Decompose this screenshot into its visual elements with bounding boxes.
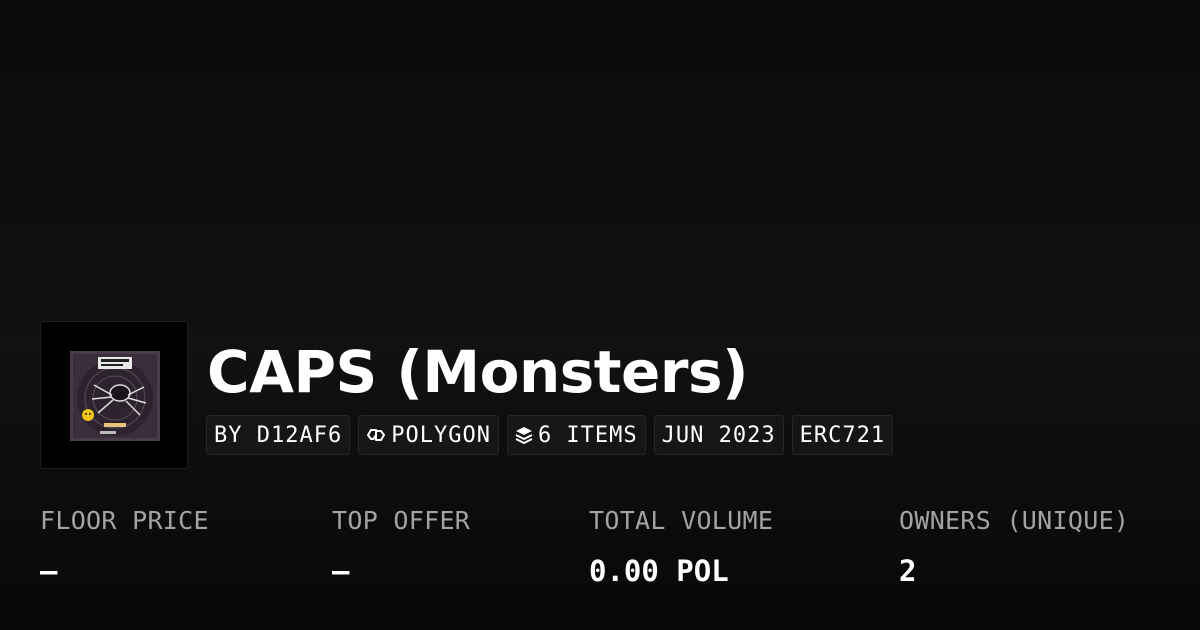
stat-value: 0.00 POL xyxy=(589,554,729,588)
creator-label: BY D12AF6 xyxy=(214,422,343,448)
created-date-label: JUN 2023 xyxy=(661,422,776,448)
stat-label: TOTAL VOLUME xyxy=(589,506,774,535)
stat-value: 2 xyxy=(899,554,917,588)
stat-owners: OWNERS (UNIQUE) 2 xyxy=(899,503,1129,590)
stat-total-volume: TOTAL VOLUME 0.00 POL xyxy=(589,503,773,590)
layers-icon xyxy=(515,426,533,444)
collection-artwork-icon xyxy=(70,351,160,441)
collection-thumbnail[interactable] xyxy=(40,321,188,469)
stat-value: – xyxy=(40,554,58,588)
collection-title: CAPS (Monsters) xyxy=(207,338,749,406)
stat-top-offer: TOP OFFER – xyxy=(332,503,470,590)
items-label: 6 ITEMS xyxy=(537,422,638,448)
stat-label: TOP OFFER xyxy=(332,506,471,535)
creator-chip[interactable]: BY D12AF6 xyxy=(206,415,351,455)
chain-label: POLYGON xyxy=(391,422,491,448)
stat-floor-price: FLOOR PRICE – xyxy=(40,503,209,590)
collection-hero: CAPS (Monsters) BY D12AF6 POLYGON 6 ITEM… xyxy=(0,0,1200,630)
collection-meta-chips: BY D12AF6 POLYGON 6 ITEMS JUN 2023 ERC72… xyxy=(206,415,894,455)
items-chip[interactable]: 6 ITEMS xyxy=(506,415,646,455)
stat-label: OWNERS (UNIQUE) xyxy=(899,506,1130,535)
stat-value: – xyxy=(332,554,350,588)
stat-label: FLOOR PRICE xyxy=(40,506,209,535)
chain-chip[interactable]: POLYGON xyxy=(358,415,499,455)
polygon-chain-icon xyxy=(366,427,386,443)
token-standard-label: ERC721 xyxy=(799,422,886,448)
token-standard-chip: ERC721 xyxy=(791,415,894,455)
created-date-chip: JUN 2023 xyxy=(653,415,784,455)
